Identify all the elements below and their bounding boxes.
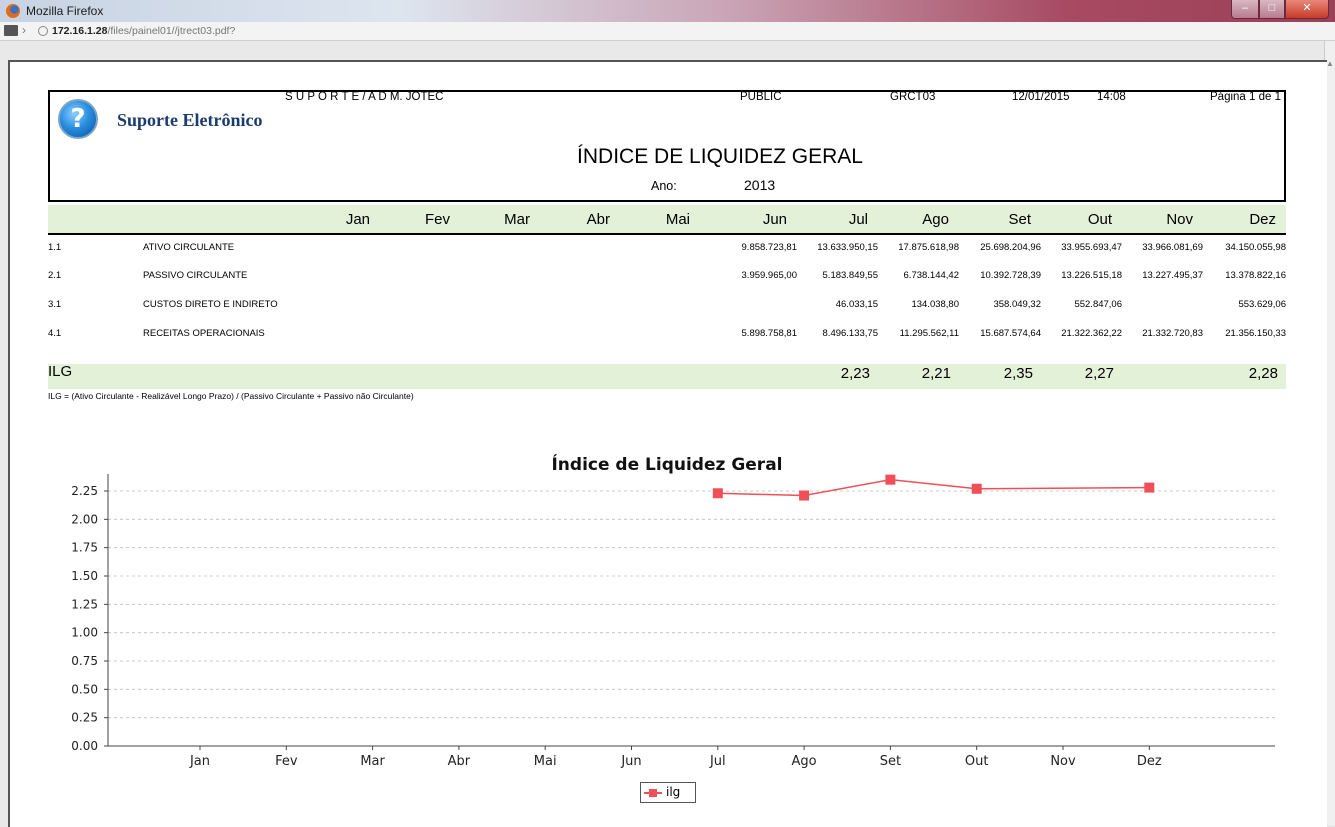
url-path: /files/painel01//jtrect03.pdf?: [107, 25, 236, 37]
page-indicator: Página 1 de 1: [1210, 91, 1281, 103]
table-cell: 358.049,32: [993, 299, 1041, 310]
report-title: ÍNDICE DE LIQUIDEZ GERAL: [577, 145, 863, 168]
ilg-value: 2,27: [1084, 365, 1114, 382]
table-cell: 553.629,06: [1238, 299, 1286, 310]
month-header-jun: Jun: [762, 211, 787, 228]
report-date: 12/01/2015: [1012, 91, 1070, 103]
firefox-logo-icon: [6, 4, 20, 18]
ilg-formula: ILG = (Ativo Circulante - Realizável Lon…: [48, 391, 414, 401]
row-name: RECEITAS OPERACIONAIS: [143, 328, 265, 339]
row-name: CUSTOS DIRETO E INDIRETO: [143, 299, 278, 310]
table-cell: 21.356.150,33: [1225, 328, 1286, 339]
table-cell: 33.966.081,69: [1142, 242, 1203, 253]
month-header-ago: Ago: [922, 211, 949, 228]
chevron-right-icon: ›: [22, 23, 26, 37]
report-code: GRCT03: [890, 91, 936, 103]
ilg-value: 2,35: [1003, 365, 1033, 382]
window-title: Mozilla Firefox: [26, 4, 104, 18]
table-cell: 3.959.965,00: [741, 270, 797, 281]
row-name: ATIVO CIRCULANTE: [143, 242, 235, 253]
tab-groups-icon[interactable]: [4, 25, 18, 36]
table-cell: 8.496.133,75: [822, 328, 878, 339]
row-name: PASSIVO CIRCULANTE: [143, 270, 248, 281]
ilg-value: 2,28: [1248, 365, 1278, 382]
table-cell: 13.227.495,37: [1142, 270, 1203, 281]
address-bar[interactable]: › 172.16.1.28/files/painel01//jtrect03.p…: [0, 22, 1335, 41]
table-cell: 33.955.693,47: [1061, 242, 1122, 253]
table-cell: 34.150.055,98: [1225, 242, 1286, 253]
schema-label: PUBLIC: [740, 91, 782, 103]
month-header-mai: Mai: [665, 211, 690, 228]
legend-series-label: ilg: [666, 785, 681, 799]
year-value: 2013: [744, 177, 776, 193]
table-cell: 5.183.849,55: [822, 270, 878, 281]
ilg-value: 2,23: [840, 365, 870, 382]
table-cell: 15.687.574,64: [980, 328, 1041, 339]
month-header-out: Out: [1087, 211, 1112, 228]
table-cell: 13.633.950,15: [817, 242, 878, 253]
year-label: Ano:: [651, 179, 677, 193]
table-cell: 17.875.618,98: [898, 242, 959, 253]
table-cell: 21.322.362,22: [1061, 328, 1122, 339]
table-cell: 46.033,15: [835, 299, 878, 310]
window-titlebar: Mozilla Firefox – □ ✕: [0, 0, 1335, 22]
month-header-nov: Nov: [1166, 211, 1193, 228]
month-header-set: Set: [1008, 211, 1031, 228]
brand-name: Suporte Eletrônico: [117, 110, 263, 130]
url-text[interactable]: 172.16.1.28/files/painel01//jtrect03.pdf…: [52, 25, 235, 37]
maximize-button[interactable]: □: [1259, 0, 1285, 19]
table-cell: 21.332.720,83: [1142, 328, 1203, 339]
scroll-up-arrow-icon[interactable]: ▲: [1326, 59, 1334, 68]
ilg-value: 2,21: [921, 365, 951, 382]
report-time: 14:08: [1097, 91, 1126, 103]
table-cell: 5.898.758,81: [741, 328, 797, 339]
table-cell: 9.858.723,81: [741, 242, 797, 253]
help-question-icon: ?: [58, 99, 98, 139]
row-code: 1.1: [48, 242, 62, 253]
chart-legend: ilg: [640, 782, 696, 803]
row-code: 3.1: [48, 299, 62, 310]
close-button[interactable]: ✕: [1285, 0, 1329, 19]
globe-icon[interactable]: [38, 26, 48, 36]
row-code: 4.1: [48, 328, 62, 339]
month-header-jul: Jul: [848, 211, 868, 228]
month-header-abr: Abr: [586, 211, 610, 228]
table-cell: 552.847,06: [1074, 299, 1122, 310]
table-cell: 6.738.144,42: [903, 270, 959, 281]
minimize-button[interactable]: –: [1231, 0, 1259, 19]
row-code: 2.1: [48, 270, 62, 281]
month-header-dez: Dez: [1249, 211, 1276, 228]
table-cell: 134.038,80: [911, 299, 959, 310]
month-header-jan: Jan: [345, 211, 370, 228]
month-header-mar: Mar: [504, 211, 530, 228]
legend-series-marker: [649, 789, 657, 797]
table-cell: 10.392.728,39: [980, 270, 1041, 281]
table-cell: 11.295.562,11: [899, 328, 959, 339]
month-header-fev: Fev: [424, 211, 450, 228]
url-host: 172.16.1.28: [52, 25, 108, 37]
table-cell: 13.226.515,18: [1061, 270, 1122, 281]
ilg-label: ILG: [48, 363, 73, 380]
table-cell: 25.698.204,96: [980, 242, 1041, 253]
org-name: S U P O R T E / A D M. JOTEC: [285, 91, 444, 103]
table-cell: 13.378.822,16: [1225, 270, 1286, 281]
